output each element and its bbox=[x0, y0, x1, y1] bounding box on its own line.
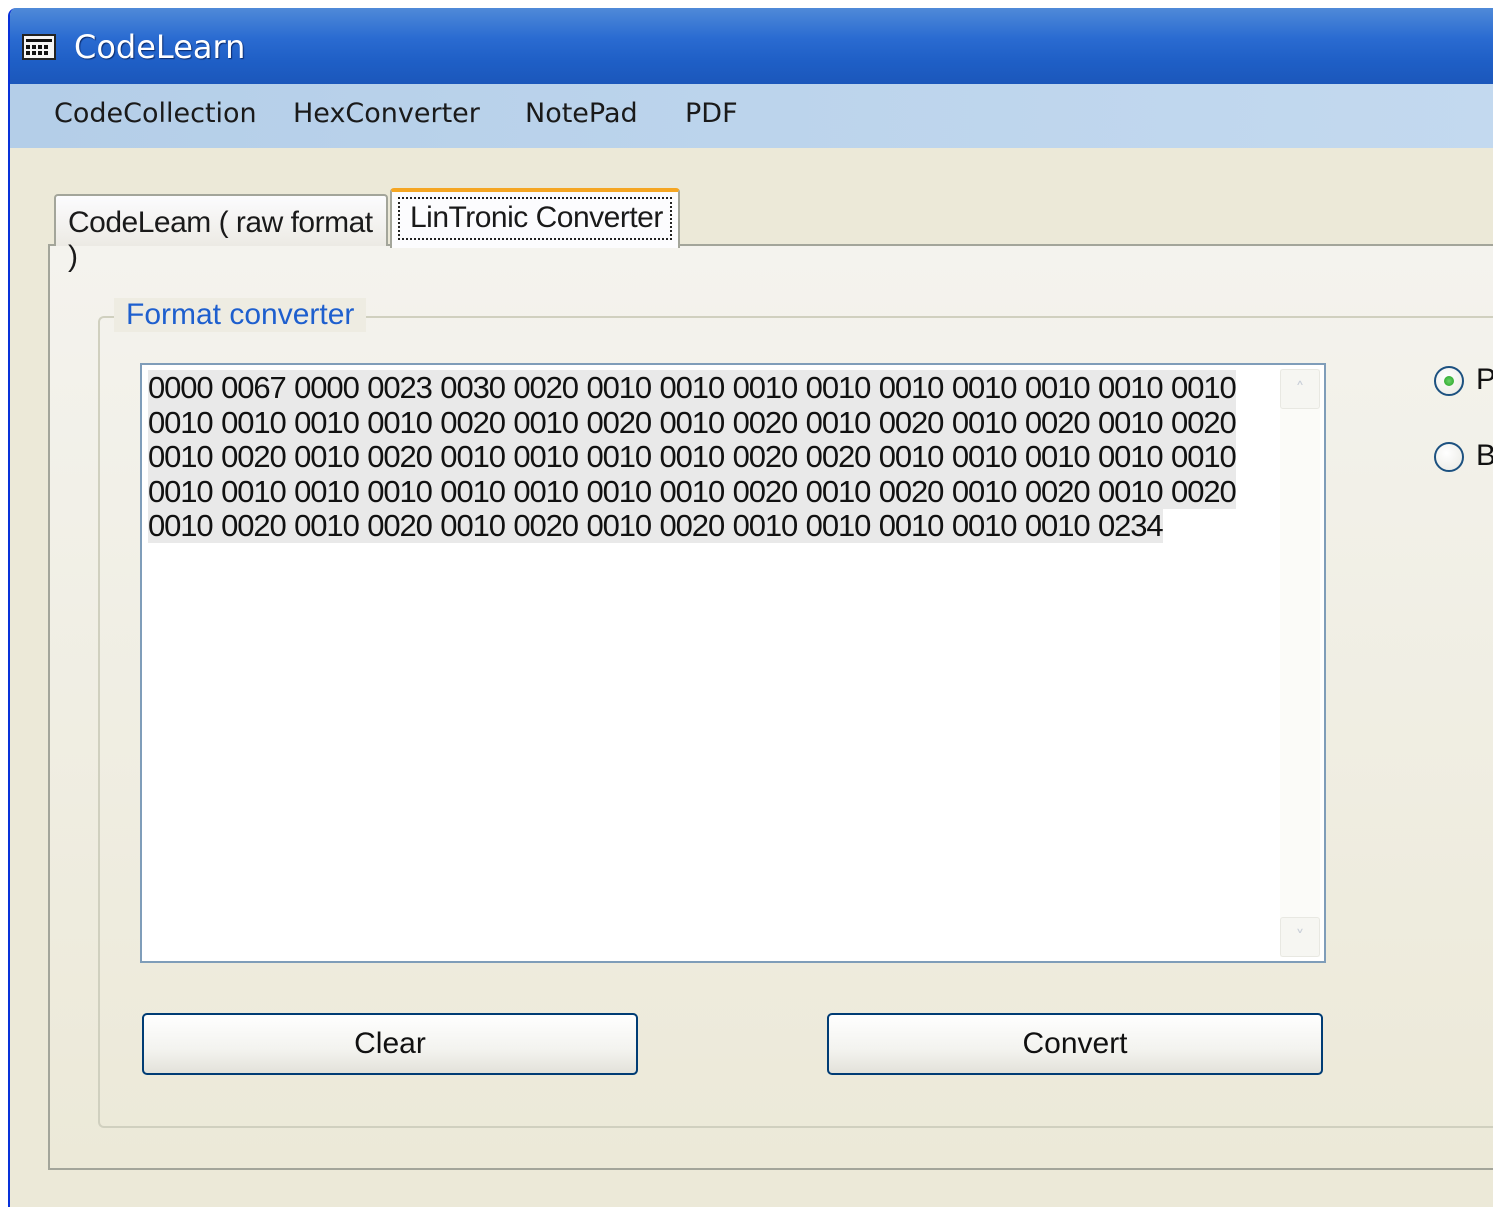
code-line: 0010 0010 0010 0010 0010 0010 0010 0010 … bbox=[148, 473, 1237, 509]
code-line: 0010 0020 0010 0020 0010 0010 0010 0010 … bbox=[148, 439, 1237, 474]
menu-item-notepad[interactable]: NotePad bbox=[525, 98, 638, 129]
vertical-scrollbar[interactable]: ˄ ˅ bbox=[1280, 369, 1320, 957]
code-line: 0010 0020 0010 0020 0010 0020 0010 0020 … bbox=[148, 508, 1164, 543]
code-line: 0010 0010 0010 0010 0020 0010 0020 0010 … bbox=[148, 404, 1237, 440]
menu-item-pdf[interactable]: PDF bbox=[685, 98, 738, 129]
tab-lintronic-converter[interactable]: LinTronic Converter bbox=[390, 188, 680, 248]
radio-b[interactable] bbox=[1434, 442, 1464, 472]
window-title: CodeLearn bbox=[74, 28, 246, 66]
radio-b-label: B bbox=[1476, 439, 1493, 473]
menu-item-hexconverter[interactable]: HexConverter bbox=[293, 98, 480, 129]
title-bar[interactable]: CodeLearn bbox=[10, 8, 1493, 84]
chevron-down-icon[interactable]: ˅ bbox=[1280, 917, 1320, 957]
calculator-grid-icon bbox=[22, 34, 56, 60]
radio-p-label: P bbox=[1476, 363, 1493, 397]
code-line: 0000 0067 0000 0023 0030 0020 0010 0010 … bbox=[148, 370, 1237, 405]
radio-selected-dot bbox=[1444, 376, 1454, 386]
clear-button[interactable]: Clear bbox=[142, 1013, 638, 1075]
app-window: CodeLearn CodeCollection HexConverter No… bbox=[8, 8, 1493, 1207]
code-text: 0000 0067 0000 0023 0030 0020 0010 0010 … bbox=[148, 370, 1282, 544]
tab-lintronic-converter-label: LinTronic Converter bbox=[398, 197, 672, 240]
group-legend: Format converter bbox=[114, 298, 367, 332]
code-textarea[interactable]: 0000 0067 0000 0023 0030 0020 0010 0010 … bbox=[140, 363, 1326, 963]
menu-bar: CodeCollection HexConverter NotePad PDF bbox=[10, 84, 1493, 148]
radio-p[interactable] bbox=[1434, 366, 1464, 396]
convert-button[interactable]: Convert bbox=[827, 1013, 1323, 1075]
menu-item-codecollection[interactable]: CodeCollection bbox=[54, 98, 257, 129]
chevron-up-icon[interactable]: ˄ bbox=[1280, 369, 1320, 409]
tab-codelearn-raw-format[interactable]: CodeLeam ( raw format ) bbox=[54, 194, 388, 273]
